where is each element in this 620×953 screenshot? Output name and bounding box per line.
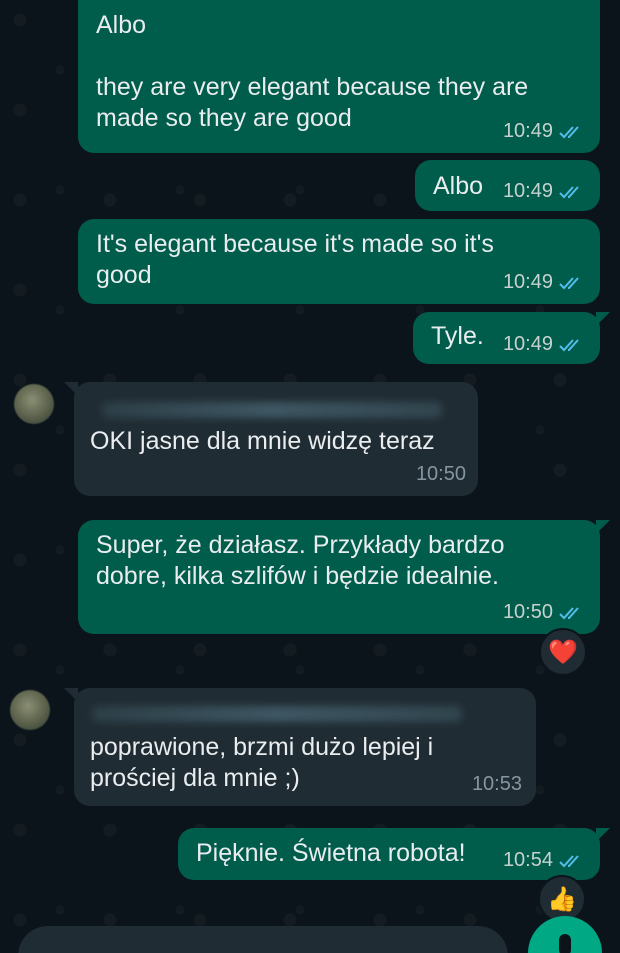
message-input[interactable] [18,926,508,953]
message-text: Super, że działasz. Przykłady bardzo dob… [96,531,505,590]
bubble-tail [596,520,610,534]
message-time: 10:50 [502,601,553,623]
message-text: Albo [433,172,484,200]
heart-reaction-icon[interactable]: ❤️ [539,628,587,676]
message-time: 10:50 [415,463,466,485]
message-bubble-outgoing[interactable]: Tyle. 10:49 [413,312,610,364]
message-time: 10:49 [502,271,553,293]
message-text: poprawione, brzmi dużo lepiej i prościej… [90,733,434,792]
double-check-icon [559,854,579,867]
message-bubble-outgoing[interactable]: Pięknie. Świetna robota! 10:54 [178,828,610,880]
message-meta: 10:49 [503,267,584,298]
message-text: Tyle. [431,322,484,350]
double-check-icon [559,606,579,619]
message-time: 10:54 [502,849,553,871]
avatar[interactable] [14,384,54,424]
message-meta: 10:54 [503,845,584,876]
message-bubble-incoming[interactable]: poprawione, brzmi dużo lepiej i prościej… [64,688,536,806]
message-meta: 10:50 [503,597,584,628]
double-check-icon [559,338,579,351]
message-bubble-outgoing[interactable]: It's elegant because it's made so it's g… [78,219,600,304]
message-meta: 10:49 [503,176,584,207]
double-check-icon [559,185,579,198]
mic-button[interactable] [528,916,602,953]
message-meta: 10:49 [503,116,584,147]
bubble-tail [64,382,78,396]
message-time: 10:49 [502,333,553,355]
bubble-tail [596,312,610,326]
message-time: 10:49 [502,180,553,202]
message-bubble-outgoing[interactable]: Albo they are very elegant because they … [78,0,600,153]
message-bubble-outgoing[interactable]: Albo 10:49 [415,160,600,211]
chat-area[interactable]: Albo they are very elegant because they … [0,0,620,953]
message-bubble-outgoing[interactable]: Super, że działasz. Przykłady bardzo dob… [78,520,610,634]
bubble-tail [64,688,78,702]
message-meta: 10:50 [416,459,466,490]
message-bubble-incoming[interactable]: OKI jasne dla mnie widzę teraz 10:50 [64,382,478,496]
double-check-icon [559,125,579,138]
message-time: 10:49 [502,120,553,142]
message-meta: 10:49 [503,329,584,360]
message-text: It's elegant because it's made so it's g… [96,230,494,289]
mic-icon [559,934,571,953]
sender-name-redacted [102,402,442,418]
avatar[interactable] [10,690,50,730]
message-time: 10:53 [471,773,522,795]
bubble-tail [596,828,610,842]
message-text: Pięknie. Świetna robota! [196,839,466,867]
double-check-icon [559,276,579,289]
message-text: OKI jasne dla mnie widzę teraz [90,427,435,455]
sender-name-redacted [92,706,462,722]
message-meta: 10:53 [472,769,522,800]
